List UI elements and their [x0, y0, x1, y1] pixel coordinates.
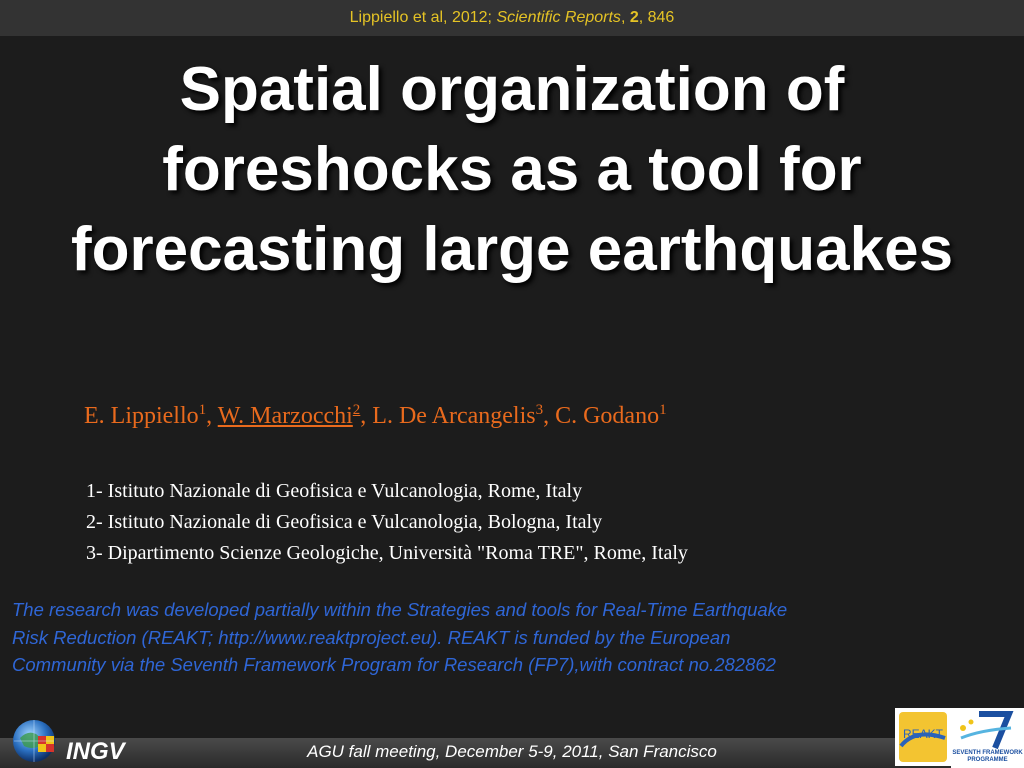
affiliation-item: 3- Dipartimento Scienze Geologiche, Univ…	[86, 542, 688, 564]
author-affiliation-mark: 3	[535, 402, 544, 418]
slide-title: Spatial organization of foreshocks as a …	[0, 50, 1024, 290]
citation-separator: ,	[620, 9, 630, 26]
meeting-info: AGU fall meeting, December 5-9, 2011, Sa…	[307, 742, 717, 761]
affiliation-item: 1- Istituto Nazionale di Geofisica e Vul…	[86, 480, 583, 502]
funding-note-line: The research was developed partially wit…	[12, 599, 788, 620]
author-separator: ,	[543, 403, 556, 429]
funding-note: The research was developed partially wit…	[12, 596, 1002, 679]
author-name: C. Godano	[555, 403, 660, 429]
citation-separator: ,	[638, 9, 648, 26]
reakt-logo: REAKT	[895, 708, 951, 766]
journal-volume: 2	[629, 9, 639, 26]
citation-authors: Lippiello et al, 2012;	[349, 9, 497, 26]
author-name: L. De Arcangelis	[372, 403, 536, 429]
fp7-logo-text: SEVENTH FRAMEWORK PROGRAMME	[952, 750, 1023, 763]
author-list: E. Lippiello1, W. Marzocchi2, L. De Arca…	[84, 402, 667, 430]
title-line: foreshocks as a tool for	[162, 135, 862, 204]
author-name: E. Lippiello	[84, 403, 199, 429]
reakt-logo-text: REAKT	[903, 727, 944, 741]
journal-page: 846	[647, 9, 675, 26]
author-separator: ,	[360, 403, 373, 429]
author-affiliation-mark: 1	[659, 402, 667, 418]
affiliation-list: 1- Istituto Nazionale di Geofisica e Vul…	[86, 476, 688, 569]
title-line: Spatial organization of	[179, 55, 845, 124]
funding-note-line: Risk Reduction (REAKT; http://www.reaktp…	[12, 626, 731, 648]
author-separator: ,	[206, 403, 218, 429]
affiliation-item: 2- Istituto Nazionale di Geofisica e Vul…	[86, 511, 603, 533]
citation-bar: Lippiello et al, 2012; Scientific Report…	[0, 0, 1024, 36]
journal-name: Scientific Reports	[496, 9, 621, 26]
title-line: forecasting large earthquakes	[70, 215, 954, 284]
author-name-presenting: W. Marzocchi	[217, 403, 353, 429]
funding-note-line: Community via the Seventh Framework Prog…	[12, 654, 776, 675]
